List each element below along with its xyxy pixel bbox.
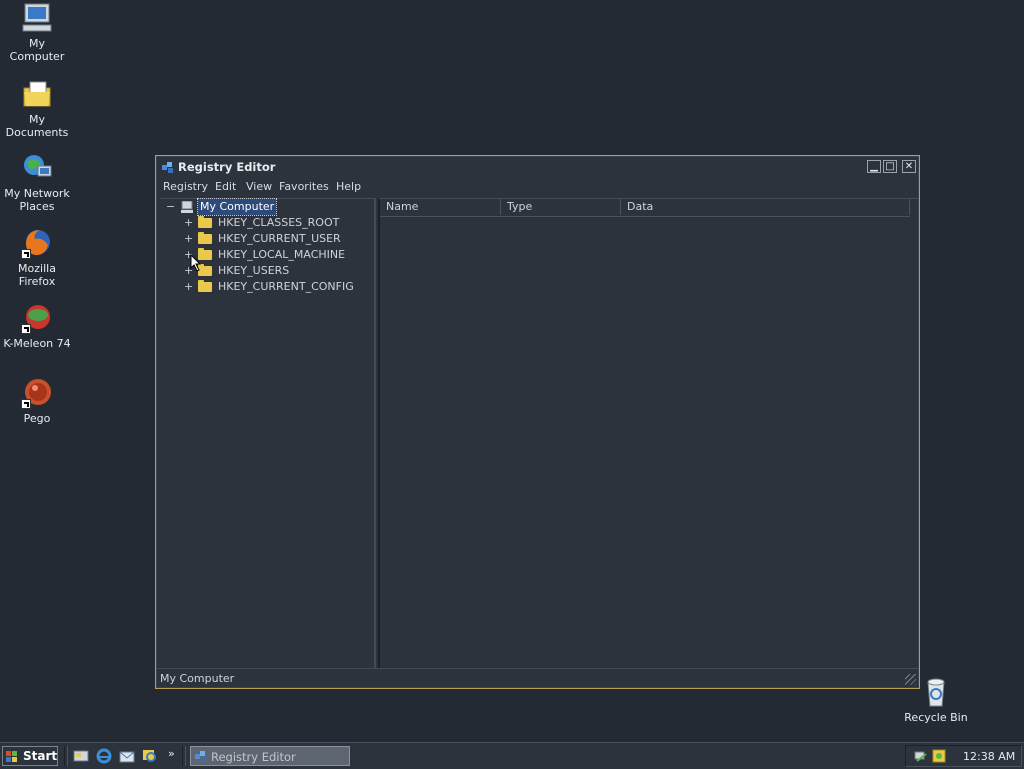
taskbar-separator xyxy=(64,746,68,766)
minimize-button[interactable]: ▁ xyxy=(867,160,881,173)
system-tray: 12:38 AM xyxy=(905,745,1022,767)
expand-toggle[interactable]: + xyxy=(184,215,193,231)
folder-icon xyxy=(198,280,212,292)
taskbar: Start » Registry Editor 12:38 AM xyxy=(0,742,1024,769)
taskbar-button-registry-editor[interactable]: Registry Editor xyxy=(190,746,350,766)
close-icon: ✕ xyxy=(904,161,914,172)
desktop-icon-mozilla-firefox[interactable]: Mozilla Firefox xyxy=(0,227,74,288)
title-bar[interactable]: Registry Editor ▁ □ ✕ xyxy=(157,157,918,177)
desktop-icon-label: My Network Places xyxy=(4,187,70,213)
minimize-icon: ▁ xyxy=(870,161,878,172)
network-tray-icon[interactable] xyxy=(914,749,928,766)
show-desktop-icon[interactable] xyxy=(73,748,89,764)
column-header-type[interactable]: Type xyxy=(501,199,621,215)
expand-toggle[interactable]: + xyxy=(184,279,193,295)
tree-node-my-computer[interactable]: − My Computer xyxy=(160,198,370,216)
firefox-icon xyxy=(21,227,53,259)
tree-pane[interactable]: − My Computer + HKEY_CLASSES_ROOT + HKEY… xyxy=(160,198,376,668)
tree-label[interactable]: My Computer xyxy=(196,198,278,216)
mouse-cursor-icon xyxy=(190,253,202,275)
start-label: Start xyxy=(23,749,58,763)
status-text: My Computer xyxy=(160,672,235,685)
k-meleon-icon xyxy=(21,302,53,334)
tree-label[interactable]: HKEY_USERS xyxy=(218,263,289,279)
desktop-icon-label: Pego xyxy=(23,412,51,425)
registry-editor-window[interactable]: Registry Editor ▁ □ ✕ Registry Edit View… xyxy=(155,155,920,689)
taskbar-button-label: Registry Editor xyxy=(211,750,296,764)
menu-registry[interactable]: Registry xyxy=(163,180,208,193)
network-icon xyxy=(21,152,53,184)
menu-help[interactable]: Help xyxy=(336,180,361,193)
clock[interactable]: 12:38 AM xyxy=(963,750,1015,763)
column-header-data[interactable]: Data xyxy=(621,199,910,215)
menu-edit[interactable]: Edit xyxy=(215,180,236,193)
taskbar-separator xyxy=(182,746,186,766)
search-icon[interactable] xyxy=(142,748,158,764)
documents-folder-icon xyxy=(21,78,53,110)
outlook-express-icon[interactable] xyxy=(119,748,135,764)
collapse-toggle[interactable]: − xyxy=(166,199,175,215)
desktop-icon-my-computer[interactable]: My Computer xyxy=(0,2,74,63)
desktop-icon-k-meleon[interactable]: K-Meleon 74 xyxy=(0,302,74,350)
desktop-icon-label: Recycle Bin xyxy=(904,711,968,724)
menu-view[interactable]: View xyxy=(246,180,272,193)
computer-icon xyxy=(21,2,53,34)
registry-editor-icon xyxy=(194,749,208,766)
status-bar: My Computer xyxy=(157,668,918,687)
shortcut-arrow-icon xyxy=(21,324,31,334)
menu-favorites[interactable]: Favorites xyxy=(279,180,329,193)
maximize-button[interactable]: □ xyxy=(883,160,897,173)
security-tray-icon[interactable] xyxy=(932,749,946,766)
folder-icon xyxy=(198,216,212,228)
windows-logo-icon xyxy=(6,751,17,762)
window-title: Registry Editor xyxy=(178,160,276,174)
folder-icon xyxy=(198,232,212,244)
tree-label[interactable]: HKEY_LOCAL_MACHINE xyxy=(218,247,345,263)
expand-toggle[interactable]: + xyxy=(184,231,193,247)
menu-bar: Registry Edit View Favorites Help xyxy=(157,178,918,196)
recycle-bin-icon xyxy=(920,676,952,708)
tree-label[interactable]: HKEY_CLASSES_ROOT xyxy=(218,215,339,231)
quick-launch-overflow-icon[interactable]: » xyxy=(168,747,175,760)
resize-grip-icon[interactable] xyxy=(905,674,916,685)
desktop-icon-pego[interactable]: Pego xyxy=(0,377,74,425)
shortcut-arrow-icon xyxy=(21,399,31,409)
pego-icon xyxy=(21,377,53,409)
desktop-icon-label: My Documents xyxy=(5,113,69,139)
start-button[interactable]: Start xyxy=(2,746,58,766)
internet-explorer-icon[interactable] xyxy=(96,748,112,764)
shortcut-arrow-icon xyxy=(21,249,31,259)
desktop-icon-my-documents[interactable]: My Documents xyxy=(0,78,74,139)
values-pane[interactable]: Name Type Data xyxy=(378,198,918,668)
desktop-icon-label: My Computer xyxy=(9,37,65,63)
registry-editor-icon xyxy=(161,160,175,174)
desktop-icon-label: Mozilla Firefox xyxy=(18,262,56,288)
column-header-row: Name Type Data xyxy=(380,199,910,217)
tree-node-hkey-current-user[interactable]: + HKEY_CURRENT_USER xyxy=(160,231,370,247)
desktop-icon-label: K-Meleon 74 xyxy=(3,337,71,350)
close-button[interactable]: ✕ xyxy=(902,160,916,173)
desktop-icon-my-network-places[interactable]: My Network Places xyxy=(0,152,74,213)
maximize-icon: □ xyxy=(885,161,895,172)
tree-label[interactable]: HKEY_CURRENT_USER xyxy=(218,231,341,247)
tree-node-hkey-classes-root[interactable]: + HKEY_CLASSES_ROOT xyxy=(160,215,370,231)
tree-node-hkey-current-config[interactable]: + HKEY_CURRENT_CONFIG xyxy=(160,279,370,295)
column-header-name[interactable]: Name xyxy=(380,199,501,215)
tree-label[interactable]: HKEY_CURRENT_CONFIG xyxy=(218,279,354,295)
